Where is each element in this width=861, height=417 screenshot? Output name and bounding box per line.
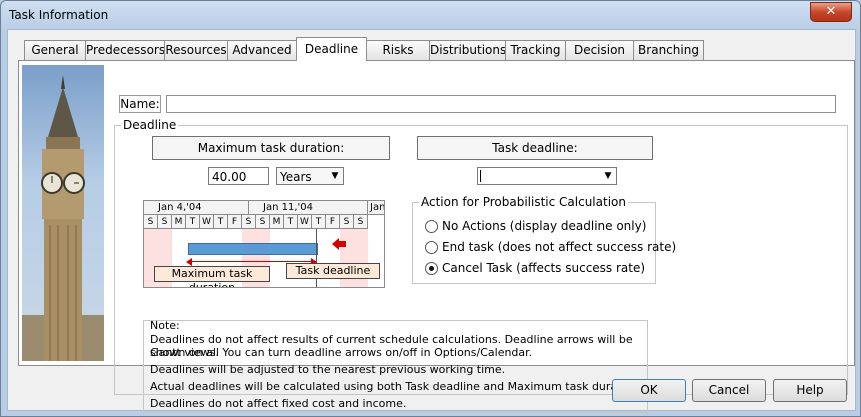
radio-end-task[interactable]: End task (does not affect success rate): [425, 240, 676, 254]
radio-button[interactable]: [425, 262, 438, 275]
help-button[interactable]: Help: [773, 379, 847, 402]
action-group: Action for Probabilistic Calculation No …: [412, 195, 676, 284]
gantt-day: W: [200, 215, 214, 229]
gantt-day: S: [158, 215, 172, 229]
gantt-day: T: [284, 215, 298, 229]
action-group-label: Action for Probabilistic Calculation: [419, 195, 628, 209]
deadline-group: Deadline Maximum task duration: 40.00 Ye…: [114, 118, 848, 413]
radio-no-actions[interactable]: No Actions (display deadline only): [425, 219, 653, 233]
max-duration-input[interactable]: 40.00: [208, 167, 269, 185]
gantt-day: T: [186, 215, 200, 229]
duration-unit-value: Years: [280, 170, 312, 184]
deadline-arrow-icon: [338, 241, 346, 247]
week-label: Jan 11,'04: [263, 202, 313, 213]
max-duration-line: [188, 261, 316, 262]
tab-label: Resources: [165, 43, 227, 57]
gantt-day: S: [242, 215, 256, 229]
tab-risks[interactable]: Risks: [366, 40, 430, 60]
gantt-day: T: [312, 215, 326, 229]
gantt-day: F: [326, 215, 340, 229]
tab-label: Predecessors: [86, 43, 166, 57]
week-label: Jan: [370, 202, 385, 213]
task-deadline-caption: Task deadline: [286, 263, 380, 279]
task-deadline-select[interactable]: ▼: [477, 167, 617, 185]
tab-advanced[interactable]: Advanced: [227, 40, 297, 60]
note-line: Gantt views. You can turn deadline arrow…: [150, 346, 533, 359]
task-bar: [188, 243, 318, 255]
name-input[interactable]: [166, 95, 836, 113]
week-label: Jan 4,'04: [158, 202, 202, 213]
text-cursor: [480, 170, 481, 182]
gantt-day: F: [228, 215, 242, 229]
deadline-tab-panel: Name: Deadline Maximum task duration: 40…: [18, 60, 855, 413]
tab-label: Branching: [638, 43, 699, 57]
tab-label: Deadline: [304, 42, 359, 56]
tab-general[interactable]: General: [24, 40, 86, 60]
window-title: Task Information: [9, 8, 109, 22]
tab-predecessors[interactable]: Predecessors: [85, 40, 165, 60]
duration-unit-select[interactable]: Years ▼: [276, 167, 344, 185]
gantt-week-header: Jan 4,'04: [144, 201, 249, 215]
dialog-client: General Predecessors Resources Advanced …: [7, 29, 856, 413]
note-label: Note:: [150, 319, 180, 332]
gantt-day: W: [298, 215, 312, 229]
max-duration-header: Maximum task duration:: [152, 136, 390, 160]
note-line: Deadlines do not affect fixed cost and i…: [150, 397, 407, 410]
tab-label: Tracking: [510, 43, 561, 57]
gantt-week-header: Jan 11,'04: [249, 201, 368, 215]
tab-label: Distributions: [430, 43, 507, 57]
task-information-window: Task Information ✕ General Predecessors …: [0, 0, 861, 417]
deadline-arrowhead-icon: [332, 238, 339, 250]
tab-deadline[interactable]: Deadline: [296, 37, 367, 61]
chevron-down-icon: ▼: [604, 171, 612, 181]
gantt-day: S: [340, 215, 354, 229]
deadline-group-label: Deadline: [121, 118, 179, 132]
note-line: Deadlines will be adjusted to the neares…: [150, 363, 506, 376]
tab-label: General: [31, 43, 79, 57]
deadline-gantt-preview: Jan 4,'04 Jan 11,'04 Jan S S M T W T F S…: [143, 200, 385, 288]
gantt-day: M: [270, 215, 284, 229]
radio-label: No Actions (display deadline only): [442, 219, 647, 233]
radio-label: End task (does not affect success rate): [442, 240, 677, 254]
ok-button[interactable]: OK: [612, 379, 686, 402]
chevron-down-icon: ▼: [331, 171, 339, 181]
radio-cancel-task[interactable]: Cancel Task (affects success rate): [425, 261, 653, 275]
gantt-day: M: [172, 215, 186, 229]
note-box: Note: Deadlines do not affect results of…: [143, 319, 648, 413]
tab-label: Decision: [573, 43, 626, 57]
tab-decision[interactable]: Decision: [565, 40, 634, 60]
radio-button[interactable]: [425, 241, 438, 254]
tab-distributions[interactable]: Distributions: [429, 40, 506, 60]
note-line: Actual deadlines will be calculated usin…: [150, 380, 642, 393]
gantt-day: S: [144, 215, 158, 229]
radio-button[interactable]: [425, 220, 438, 233]
cancel-button[interactable]: Cancel: [692, 379, 766, 402]
gantt-day: S: [354, 215, 368, 229]
tab-tracking[interactable]: Tracking: [505, 40, 566, 60]
radio-label: Cancel Task (affects success rate): [442, 261, 646, 275]
close-button[interactable]: ✕: [810, 2, 852, 22]
tab-branching[interactable]: Branching: [633, 40, 704, 60]
tab-resources[interactable]: Resources: [164, 40, 228, 60]
big-ben-image: [22, 65, 104, 361]
arrow-left-icon: [186, 258, 192, 266]
gantt-day: S: [256, 215, 270, 229]
task-deadline-header: Task deadline:: [417, 136, 653, 160]
tab-label: Advanced: [232, 43, 292, 57]
close-icon: ✕: [825, 4, 837, 19]
tab-label: Risks: [382, 43, 414, 57]
gantt-week-header: Jan: [368, 201, 385, 215]
max-duration-caption: Maximum task duration: [154, 266, 270, 287]
name-label: Name:: [119, 95, 161, 113]
gantt-day: T: [214, 215, 228, 229]
